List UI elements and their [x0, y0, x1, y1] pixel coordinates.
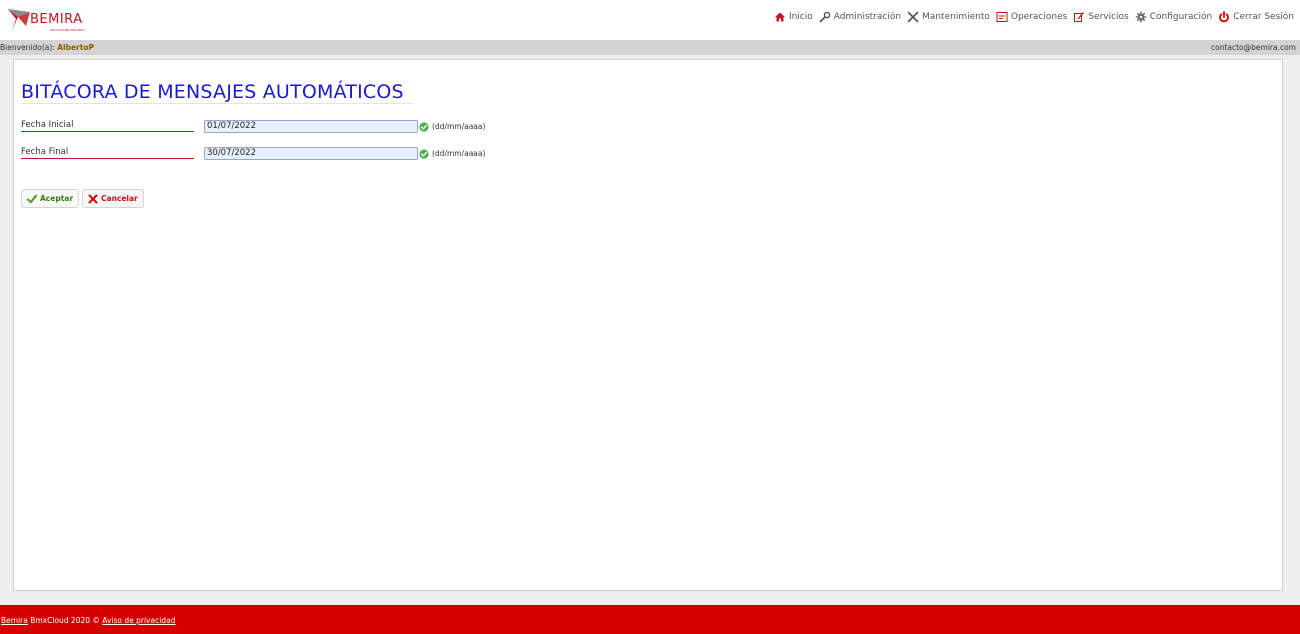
- check-icon: [27, 194, 37, 204]
- welcome-bar: Bienvenido(a): AlbertoP contacto@bemira.…: [0, 40, 1300, 55]
- nav-item-label: Inicio: [788, 12, 813, 22]
- logo-mark-icon: [8, 9, 30, 30]
- privacy-notice-link[interactable]: Aviso de privacidad: [102, 616, 175, 625]
- wrench-icon: [819, 11, 831, 23]
- fecha-final-label: Fecha Final: [21, 147, 194, 159]
- close-icon: [88, 194, 98, 203]
- fecha-inicial-format-hint: (dd/mm/aaaa): [432, 122, 486, 131]
- contact-email: contacto@bemira.com: [1210, 43, 1296, 52]
- accept-button-label: Aceptar: [40, 194, 74, 203]
- nav-item-operaciones[interactable]: Operaciones: [996, 11, 1067, 23]
- nav-item-label: Servicios: [1088, 12, 1129, 22]
- nav-item-cerrar-sesion[interactable]: Cerrar Sesión: [1218, 11, 1294, 23]
- nav-item-label: Operaciones: [1010, 12, 1068, 22]
- brand-tagline: SOLUCIONES SEGURAS: [50, 28, 85, 32]
- nav-item-label: Mantenimiento: [922, 12, 990, 22]
- main-nav: Inicio Administración Mantenimiento Oper…: [774, 11, 1294, 23]
- ops-icon: [996, 12, 1008, 22]
- cancel-button[interactable]: Cancelar: [82, 189, 144, 208]
- footer: Bemira BmxCloud 2020 © Aviso de privacid…: [0, 605, 1300, 634]
- services-icon: [1074, 12, 1085, 22]
- fecha-final-input[interactable]: [204, 147, 418, 160]
- nav-item-inicio[interactable]: Inicio: [774, 11, 813, 23]
- cancel-button-label: Cancelar: [101, 194, 138, 203]
- welcome-message: Bienvenido(a): AlbertoP: [0, 43, 94, 52]
- accept-button[interactable]: Aceptar: [21, 189, 80, 208]
- content-frame: BITÁCORA DE MENSAJES AUTOMÁTICOS Fecha I…: [0, 55, 1300, 605]
- fecha-final-format-hint: (dd/mm/aaaa): [432, 149, 486, 158]
- footer-copyright: BmxCloud 2020 ©: [27, 616, 103, 625]
- nav-item-servicios[interactable]: Servicios: [1073, 11, 1129, 23]
- page-title: BITÁCORA DE MENSAJES AUTOMÁTICOS: [21, 81, 404, 103]
- nav-item-label: Administración: [833, 12, 902, 22]
- nav-item-label: Configuración: [1149, 12, 1213, 22]
- nav-item-configuracion[interactable]: Configuración: [1135, 11, 1212, 23]
- welcome-prefix: Bienvenido(a):: [0, 43, 58, 52]
- main-panel: BITÁCORA DE MENSAJES AUTOMÁTICOS Fecha I…: [13, 59, 1283, 591]
- brand-logo[interactable]: BEMIRA SOLUCIONES SEGURAS: [6, 6, 96, 34]
- title-divider: [21, 103, 413, 104]
- tools-icon: [907, 11, 919, 23]
- fecha-inicial-valid-icon: [419, 122, 429, 132]
- fecha-inicial-label: Fecha Inicial: [21, 120, 194, 132]
- top-bar: BEMIRA SOLUCIONES SEGURAS Inicio Adminis…: [0, 0, 1300, 40]
- footer-text: Bemira BmxCloud 2020 © Aviso de privacid…: [1, 616, 175, 625]
- fecha-final-valid-icon: [419, 149, 429, 159]
- power-icon: [1219, 11, 1230, 23]
- nav-item-label: Cerrar Sesión: [1233, 12, 1294, 22]
- brand-name: BEMIRA: [30, 12, 83, 27]
- gear-icon: [1135, 11, 1146, 23]
- welcome-username: AlbertoP: [57, 43, 94, 52]
- nav-item-mantenimiento[interactable]: Mantenimiento: [907, 11, 990, 23]
- fecha-inicial-input[interactable]: [204, 120, 418, 133]
- footer-brand-link[interactable]: Bemira: [1, 616, 28, 625]
- home-icon: [774, 12, 785, 22]
- nav-item-administracion[interactable]: Administración: [819, 11, 901, 23]
